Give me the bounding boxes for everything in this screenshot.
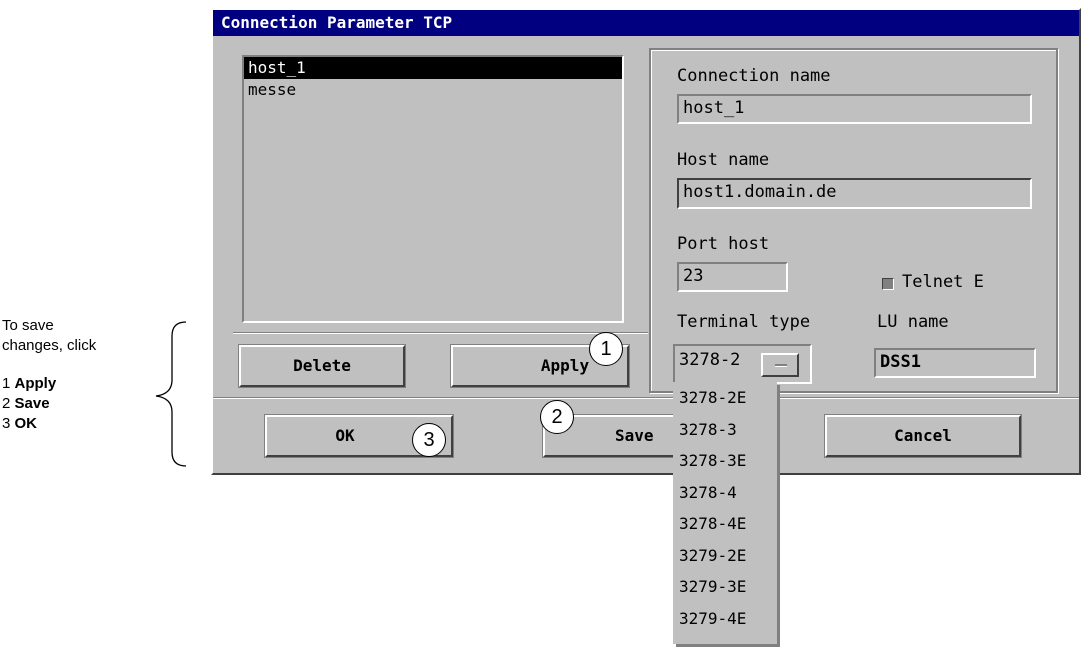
terminal-type-option[interactable]: 3278-3E (673, 445, 777, 477)
telnet-label: Telnet E (902, 272, 984, 292)
lu-name-label: LU name (877, 312, 949, 332)
terminal-type-option[interactable]: 3279-4E (673, 603, 777, 635)
callout-1: 1 (589, 332, 623, 366)
telnet-checkbox[interactable] (882, 278, 894, 290)
curly-brace-icon (155, 321, 187, 467)
connection-list[interactable]: host_1 messe (242, 55, 624, 323)
host-name-label: Host name (677, 150, 770, 170)
step-label: Apply (14, 375, 57, 392)
terminal-type-option[interactable]: 3278-4E (673, 508, 777, 540)
port-host-label: Port host (677, 234, 770, 254)
annotation-intro-line1: To save (2, 317, 54, 334)
port-host-field[interactable]: 23 (677, 262, 788, 292)
terminal-type-option[interactable]: 3278-4 (673, 477, 777, 509)
step-number: 3 (2, 415, 11, 432)
annotation-intro-line2: changes, click (2, 337, 97, 354)
step-label: Save (14, 395, 50, 412)
step-number: 1 (2, 375, 11, 392)
terminal-type-dropdown-list: 3278-2E 3278-3 3278-3E 3278-4 3278-4E 32… (673, 382, 777, 644)
delete-button[interactable]: Delete (239, 345, 405, 387)
list-item-messe[interactable]: messe (244, 79, 622, 101)
ok-button-label: OK (335, 426, 355, 445)
terminal-type-label: Terminal type (677, 312, 811, 332)
callout-2: 2 (540, 400, 574, 434)
terminal-type-value: 3278-2 (679, 350, 741, 370)
connection-parameter-dialog: Connection Parameter TCP host_1 messe De… (211, 8, 1081, 475)
bottom-divider (213, 397, 1079, 399)
dropdown-toggle-button[interactable] (761, 353, 799, 377)
terminal-type-select[interactable]: 3278-2 (673, 344, 812, 384)
annotation-text: To save changes, click 1 Apply 2 Save 3 … (2, 316, 162, 434)
step-label: OK (14, 415, 38, 432)
annotation-step-1: 1 Apply (2, 374, 162, 394)
terminal-type-option[interactable]: 3278-2E (673, 382, 777, 414)
terminal-type-option[interactable]: 3278-3 (673, 414, 777, 446)
annotation-step-2: 2 Save (2, 394, 162, 414)
dropdown-bar-icon (775, 364, 787, 367)
list-item-host-1[interactable]: host_1 (244, 57, 622, 79)
annotation-step-3: 3 OK (2, 414, 162, 434)
connection-name-label: Connection name (677, 66, 831, 86)
connection-details-panel: Connection name host_1 Host name host1.d… (649, 48, 1058, 393)
connection-name-field[interactable]: host_1 (677, 94, 1032, 124)
callout-3: 3 (412, 423, 446, 457)
lu-name-field[interactable]: DSS1 (874, 348, 1036, 378)
cancel-button[interactable]: Cancel (825, 415, 1021, 457)
step-number: 2 (2, 395, 11, 412)
host-name-field[interactable]: host1.domain.de (677, 178, 1032, 209)
terminal-type-option[interactable]: 3279-3E (673, 571, 777, 603)
dialog-title: Connection Parameter TCP (213, 10, 1079, 36)
terminal-type-option[interactable]: 3279-2E (673, 540, 777, 572)
left-divider (233, 332, 648, 334)
